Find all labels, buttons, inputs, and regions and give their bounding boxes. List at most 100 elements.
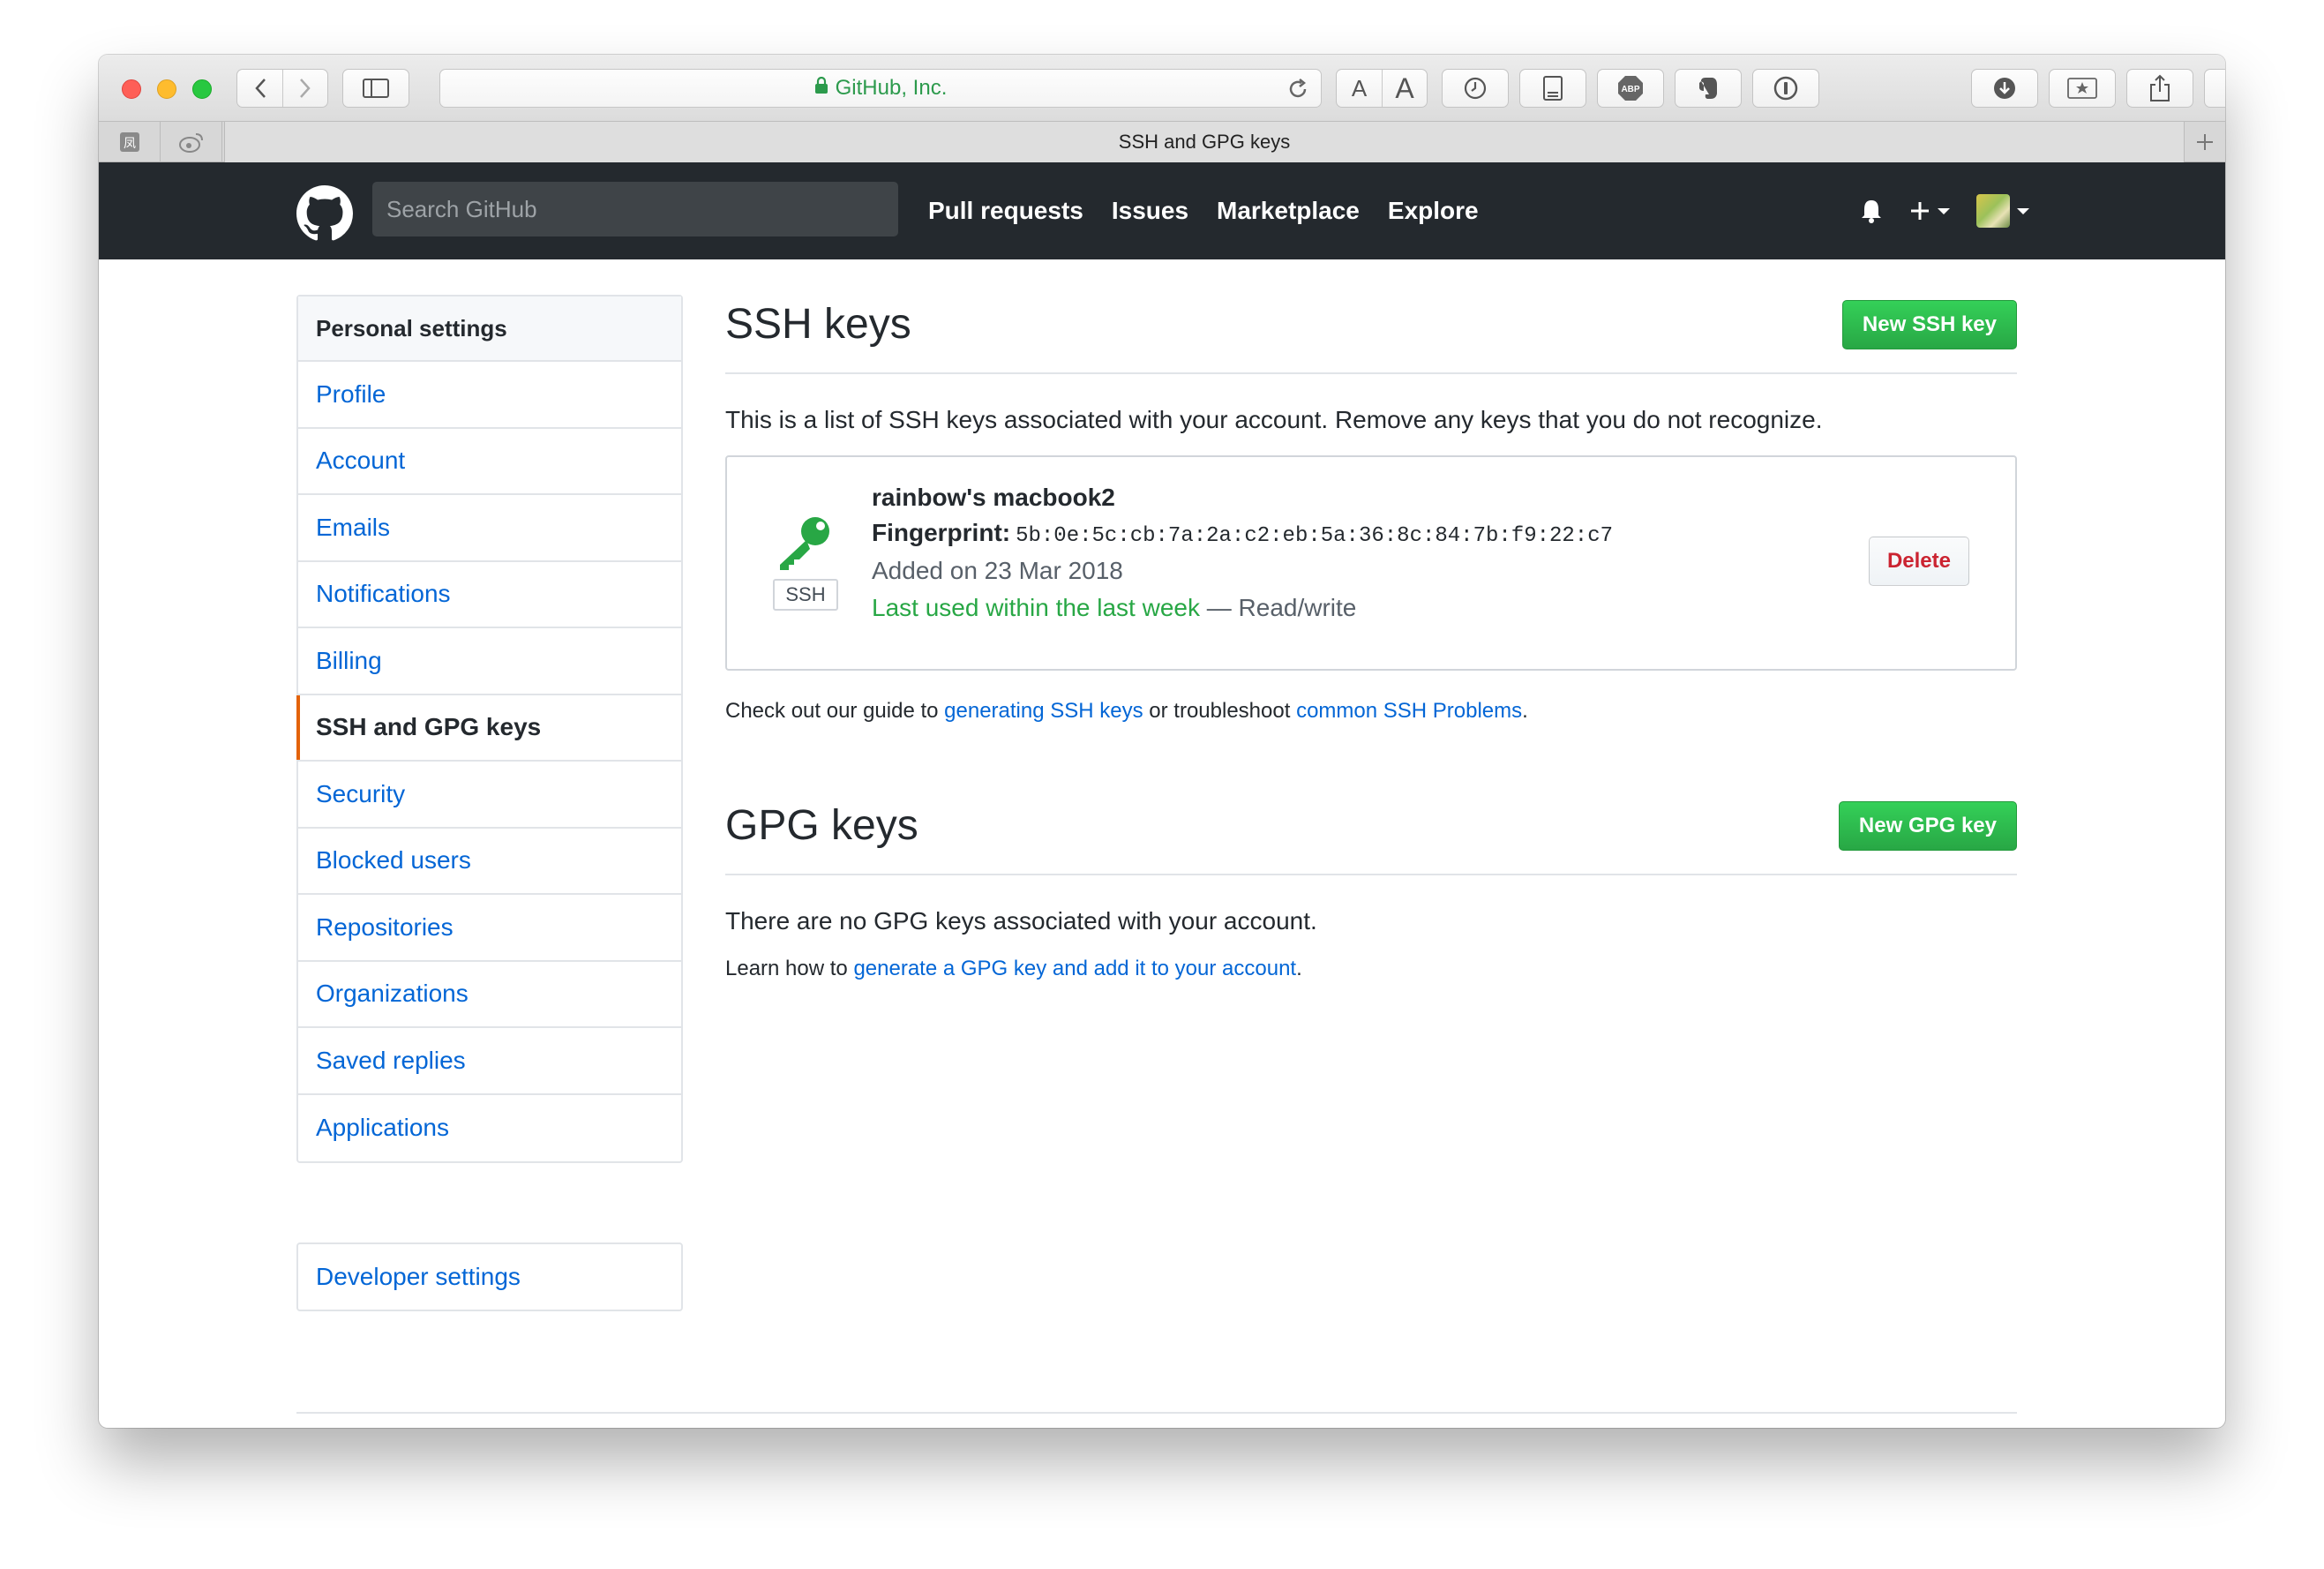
key-icon [771, 510, 838, 576]
ssh-keys-description: This is a list of SSH keys associated wi… [725, 406, 1823, 433]
delete-key-button[interactable]: Delete [1868, 537, 1969, 586]
svg-text:ABP: ABP [1621, 85, 1639, 94]
menu-heading: Personal settings [298, 297, 681, 362]
password-manager-icon [1773, 76, 1798, 101]
github-logo-icon[interactable] [296, 185, 353, 242]
sidebar-item-notifications[interactable]: Notifications [298, 562, 681, 628]
address-bar[interactable]: GitHub, Inc. [439, 69, 1322, 108]
nav-explore[interactable]: Explore [1388, 197, 1479, 225]
close-window-button[interactable] [122, 79, 141, 99]
ssh-key-item: SSH rainbow's macbook2 Fingerprint: 5b:0e… [725, 455, 2017, 671]
gpg-keys-subhead: GPG keys New GPG key [725, 796, 2017, 875]
last-used-text: Last used within the last week [872, 594, 1200, 621]
generating-ssh-keys-link[interactable]: generating SSH keys [944, 699, 1143, 723]
password-manager-button[interactable] [1752, 69, 1819, 108]
sidebar-item-applications[interactable]: Applications [298, 1095, 681, 1162]
nav-marketplace[interactable]: Marketplace [1217, 197, 1360, 225]
header-actions [1833, 162, 2029, 259]
key-title: rainbow's macbook2 [872, 484, 1115, 511]
key-usage: Last used within the last week — Read/wr… [872, 594, 1613, 622]
browser-window: GitHub, Inc. A A ABP 凤 SSH and GPG keys … [99, 55, 2225, 1428]
common-ssh-problems-link[interactable]: common SSH Problems [1296, 699, 1522, 723]
weibo-icon [178, 133, 203, 153]
notifications-button[interactable] [1860, 198, 1883, 224]
user-menu-dropdown[interactable] [1976, 194, 2029, 228]
sidebar-item-security[interactable]: Security [298, 762, 681, 829]
ssh-keys-subhead: SSH keys New SSH key [725, 295, 2017, 374]
downloads-button[interactable] [1971, 69, 2038, 108]
tab-bar: 凤 SSH and GPG keys [99, 122, 2225, 162]
browser-toolbar: GitHub, Inc. A A ABP [99, 55, 2225, 122]
sidebar-item-profile[interactable]: Profile [298, 362, 681, 429]
guide-middle: or troubleshoot [1143, 699, 1297, 723]
ssh-guide-text: Check out our guide to generating SSH ke… [725, 699, 2017, 724]
history-nav-group [236, 69, 328, 108]
pinned-site-icon: 凤 [119, 132, 139, 152]
reload-icon[interactable] [1286, 77, 1310, 108]
new-tab-button[interactable] [2185, 122, 2225, 162]
sidebar-item-organizations[interactable]: Organizations [298, 962, 681, 1028]
learn-suffix: . [1296, 957, 1302, 980]
sidebar-item-emails[interactable]: Emails [298, 495, 681, 562]
ssh-badge: SSH [773, 579, 838, 611]
sidebar-toggle-button[interactable] [342, 69, 409, 108]
svg-text:凤: 凤 [124, 137, 136, 151]
evernote-button[interactable] [1675, 69, 1742, 108]
sidebar-item-ssh-gpg-keys[interactable]: SSH and GPG keys [296, 694, 681, 762]
sidebar-item-saved-replies[interactable]: Saved replies [298, 1028, 681, 1095]
elephant-icon [1699, 78, 1717, 99]
share-icon [2150, 74, 2170, 101]
adblock-icon: ABP [1618, 76, 1643, 101]
fingerprint-label: Fingerprint: [872, 519, 1011, 546]
active-tab[interactable]: SSH and GPG keys [224, 122, 2185, 162]
minimize-window-button[interactable] [157, 79, 176, 99]
share-button[interactable] [2126, 69, 2193, 108]
bookmark-button[interactable] [2049, 69, 2116, 108]
star-icon [2067, 78, 2097, 99]
search-input[interactable] [372, 182, 898, 236]
sidebar-item-developer-settings[interactable]: Developer settings [296, 1242, 683, 1311]
clock-icon [1464, 77, 1487, 100]
plus-icon [2197, 134, 2213, 150]
tabs-overview-button[interactable] [2204, 69, 2225, 108]
guide-suffix: . [1522, 699, 1528, 723]
sidebar-item-blocked-users[interactable]: Blocked users [298, 829, 681, 895]
decrease-font-button[interactable]: A [1337, 70, 1382, 107]
learn-prefix: Learn how to [725, 957, 854, 980]
sidebar-item-billing[interactable]: Billing [298, 628, 681, 695]
back-button[interactable] [237, 70, 282, 107]
key-added-date: Added on 23 Mar 2018 [872, 557, 1123, 584]
plus-icon [1911, 202, 1929, 220]
fingerprint-value: 5b:0e:5c:cb:7a:2a:c2:eb:5a:36:8c:84:7b:f… [1016, 524, 1614, 548]
download-icon [1994, 78, 2015, 99]
nav-pull-requests[interactable]: Pull requests [928, 197, 1083, 225]
gpg-keys-title: GPG keys [725, 802, 918, 849]
font-size-group: A A [1336, 69, 1428, 108]
history-button[interactable] [1442, 69, 1509, 108]
reader-button[interactable] [1519, 69, 1586, 108]
new-ssh-key-button[interactable]: New SSH key [1841, 300, 2017, 349]
chevron-left-icon [254, 79, 266, 98]
pinned-tab[interactable] [161, 122, 222, 162]
document-icon [1543, 76, 1563, 101]
nav-issues[interactable]: Issues [1112, 197, 1188, 225]
key-details: rainbow's macbook2 Fingerprint: 5b:0e:5c:… [872, 484, 1613, 622]
chevron-right-icon [300, 79, 311, 98]
generate-gpg-key-link[interactable]: generate a GPG key and add it to your ac… [853, 957, 1296, 980]
forward-button[interactable] [282, 70, 327, 107]
adblock-button[interactable]: ABP [1597, 69, 1664, 108]
increase-font-button[interactable]: A [1382, 70, 1427, 107]
ssh-keys-title: SSH keys [725, 301, 911, 348]
create-new-dropdown[interactable] [1909, 200, 1950, 221]
sidebar-icon [363, 79, 389, 98]
footer-divider [296, 1412, 2017, 1414]
sidebar-item-account[interactable]: Account [298, 429, 681, 495]
lock-icon [814, 76, 828, 101]
settings-menu: Personal settings Profile Account Emails… [296, 295, 683, 1163]
zoom-window-button[interactable] [192, 79, 212, 99]
new-gpg-key-button[interactable]: New GPG key [1838, 801, 2017, 851]
pinned-tab[interactable]: 凤 [99, 122, 161, 162]
bell-icon [1862, 200, 1881, 223]
sidebar-item-repositories[interactable]: Repositories [298, 895, 681, 962]
main-column: SSH keys New SSH key This is a list of S… [725, 295, 2017, 981]
